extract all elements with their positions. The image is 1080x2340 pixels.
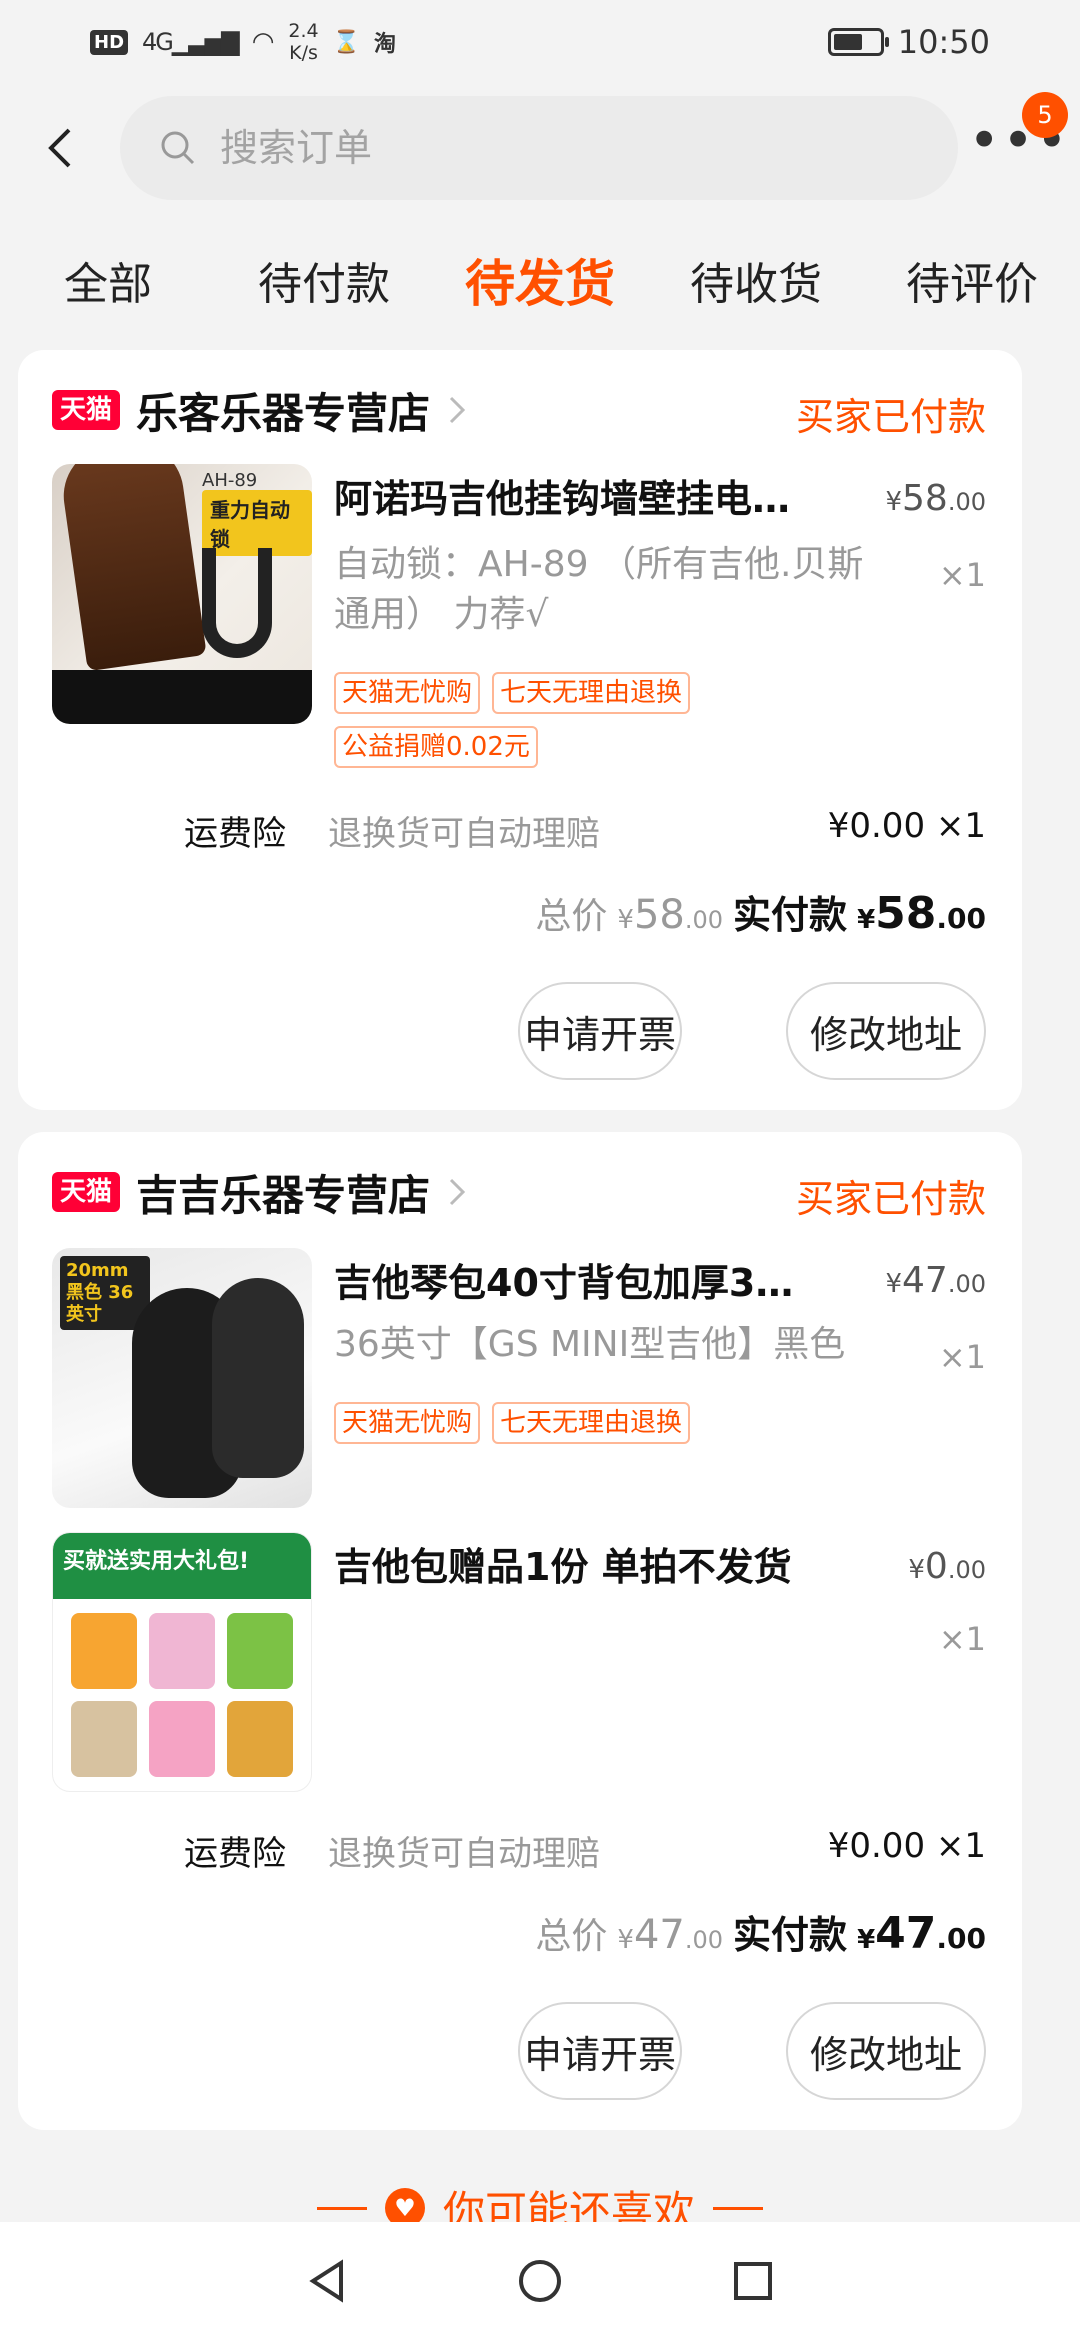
search-row: ••• 5 bbox=[0, 92, 1080, 200]
hourglass-icon: ⌛ bbox=[332, 29, 361, 55]
product-quantity: ×1 bbox=[938, 1620, 986, 1658]
message-badge: 5 bbox=[1022, 92, 1068, 138]
shipping-insurance-price: ¥0.00 ×1 bbox=[827, 806, 986, 846]
recents-square-icon[interactable] bbox=[729, 2257, 777, 2305]
product-image[interactable]: AH-89 重力自动锁 bbox=[52, 464, 312, 724]
store-link[interactable]: 天猫 乐客乐器专营店 bbox=[52, 378, 468, 442]
tab-pending-receipt[interactable]: 待收货 bbox=[648, 248, 864, 312]
product-quantity: ×1 bbox=[938, 1338, 986, 1376]
tmall-logo: 天猫 bbox=[52, 390, 121, 430]
service-tag: 七天无理由退换 bbox=[492, 1402, 691, 1444]
chevron-right-icon bbox=[449, 396, 466, 424]
back-triangle-icon[interactable] bbox=[303, 2257, 351, 2305]
back-button[interactable] bbox=[0, 96, 120, 200]
home-circle-icon[interactable] bbox=[516, 2257, 564, 2305]
product-sku: 36英寸【GS MINI型吉他】黑色 bbox=[334, 1324, 846, 1365]
product-title[interactable]: 吉他琴包40寸背包加厚38寸3… bbox=[334, 1252, 804, 1307]
battery-level bbox=[833, 34, 863, 50]
order-total: 总价 ¥47.00 实付款 ¥47.00 bbox=[535, 1908, 986, 1959]
product-image[interactable]: 买就送实用大礼包! bbox=[52, 1532, 312, 1792]
network-speed: 2.4 K/s bbox=[288, 20, 319, 64]
order-status: 买家已付款 bbox=[795, 395, 986, 439]
product-price: ¥0.00 bbox=[908, 1546, 986, 1587]
chevron-left-icon bbox=[48, 128, 71, 168]
store-link[interactable]: 天猫 吉吉乐器专营店 bbox=[52, 1160, 468, 1224]
paid-amount: ¥58.00 bbox=[857, 888, 986, 939]
paid-amount: ¥47.00 bbox=[857, 1908, 986, 1959]
search-input[interactable] bbox=[220, 126, 820, 170]
more-button[interactable]: ••• 5 bbox=[958, 92, 1080, 200]
shipping-insurance-desc: 退换货可自动理赔 bbox=[328, 1834, 600, 1874]
product-tags: 天猫无忧购 七天无理由退换 公益捐赠0.02元 bbox=[334, 672, 814, 768]
cell-signal-icon: 4G▁▃▅▇ bbox=[142, 28, 240, 56]
search-bar[interactable] bbox=[120, 96, 958, 200]
service-tag: 公益捐赠0.02元 bbox=[334, 726, 538, 768]
chevron-right-icon bbox=[449, 1178, 466, 1206]
product-image[interactable]: 20mm 黑色 36英寸 bbox=[52, 1248, 312, 1508]
tmall-logo: 天猫 bbox=[52, 1172, 121, 1212]
product-title[interactable]: 吉他包赠品1份 单拍不发货 bbox=[334, 1536, 804, 1591]
product-tags: 天猫无忧购 七天无理由退换 bbox=[334, 1402, 814, 1444]
tab-pending-review[interactable]: 待评价 bbox=[864, 248, 1080, 312]
order-status: 买家已付款 bbox=[795, 1177, 986, 1221]
product-quantity: ×1 bbox=[938, 556, 986, 594]
taobao-icon: 淘 bbox=[374, 32, 397, 57]
service-tag: 七天无理由退换 bbox=[492, 672, 691, 714]
product-price: ¥58.00 bbox=[885, 478, 986, 519]
search-icon bbox=[161, 131, 195, 165]
battery-icon bbox=[827, 28, 889, 56]
order-tabs: 全部 待付款 待发货 待收货 待评价 bbox=[0, 232, 1080, 328]
change-address-button[interactable]: 修改地址 bbox=[786, 982, 986, 1080]
tab-pending-shipment[interactable]: 待发货 bbox=[432, 244, 648, 316]
order-card: 天猫 乐客乐器专营店 买家已付款 AH-89 重力自动锁 阿诺玛吉他挂钩墙壁挂电… bbox=[18, 350, 1022, 1110]
service-tag: 天猫无忧购 bbox=[334, 672, 481, 714]
order-card: 天猫 吉吉乐器专营店 买家已付款 20mm 黑色 36英寸 吉他琴包40寸背包加… bbox=[18, 1132, 1022, 2130]
order-total: 总价 ¥58.00 实付款 ¥58.00 bbox=[535, 888, 986, 939]
store-name: 乐客乐器专营店 bbox=[136, 388, 431, 438]
product-title[interactable]: 阿诺玛吉他挂钩墙壁挂电木吉他挂架 bbox=[334, 468, 814, 523]
shipping-insurance-label: 运费险 bbox=[184, 1834, 286, 1874]
system-nav-bar bbox=[0, 2222, 1080, 2340]
wifi-icon: ◠ bbox=[251, 27, 275, 57]
clock: 10:50 bbox=[897, 23, 990, 61]
shipping-insurance-price: ¥0.00 ×1 bbox=[827, 1826, 986, 1866]
shipping-insurance-desc: 退换货可自动理赔 bbox=[328, 814, 600, 854]
tab-all[interactable]: 全部 bbox=[0, 248, 216, 312]
shipping-insurance-label: 运费险 bbox=[184, 814, 286, 854]
product-sku: 自动锁：AH-89 （所有吉他.贝斯通用） 力荐√ bbox=[334, 544, 864, 635]
change-address-button[interactable]: 修改地址 bbox=[786, 2002, 986, 2100]
hd-indicator: HD bbox=[90, 29, 129, 55]
tab-pending-payment[interactable]: 待付款 bbox=[216, 248, 432, 312]
store-name: 吉吉乐器专营店 bbox=[136, 1170, 431, 1220]
apply-invoice-button[interactable]: 申请开票 bbox=[518, 982, 682, 1080]
service-tag: 天猫无忧购 bbox=[334, 1402, 481, 1444]
product-price: ¥47.00 bbox=[885, 1260, 986, 1301]
apply-invoice-button[interactable]: 申请开票 bbox=[518, 2002, 682, 2100]
status-bar: HD 4G▁▃▅▇ ◠ 2.4 K/s ⌛ 淘 10:50 bbox=[0, 0, 1080, 84]
